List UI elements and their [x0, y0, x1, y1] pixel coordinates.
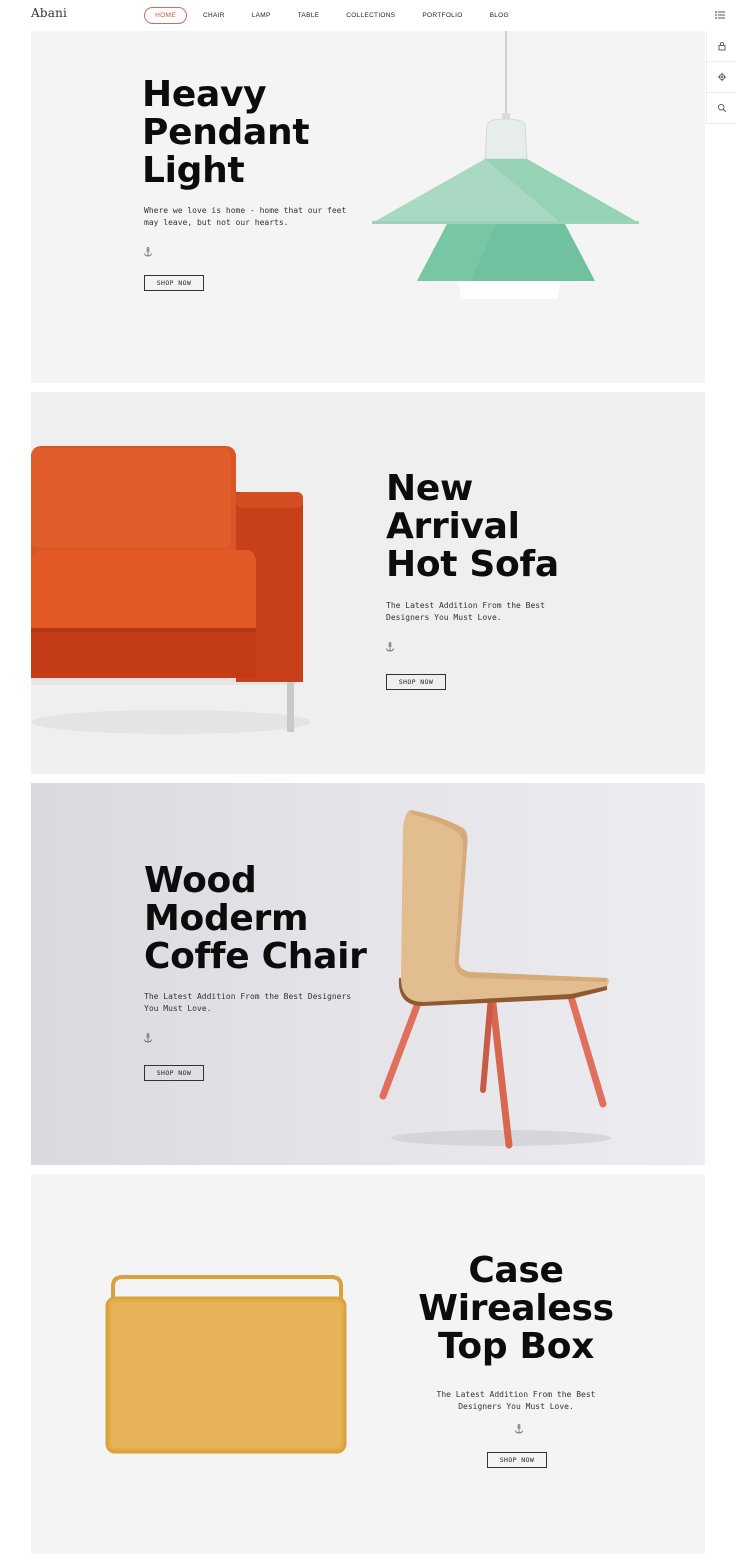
nav-table[interactable]: TABLE	[298, 12, 320, 19]
description-line: Where we love is home - home that our fe…	[144, 206, 347, 215]
main-nav: HOME CHAIR LAMP TABLE COLLECTIONS PORTFO…	[144, 7, 509, 24]
cart-button[interactable]	[707, 31, 736, 62]
shop-now-button[interactable]: SHOP NOW	[487, 1452, 547, 1468]
side-toolbar	[706, 31, 736, 124]
title-line: Hot Sofa	[386, 544, 559, 585]
nav-chair[interactable]: CHAIR	[203, 12, 225, 19]
search-button[interactable]	[707, 93, 736, 124]
description-line: You Must Love.	[144, 1004, 212, 1013]
title-line: Coffe Chair	[144, 936, 367, 977]
title-line: Wood	[144, 860, 257, 901]
hero-panel-hot-sofa: New Arrival Hot Sofa The Latest Addition…	[31, 392, 705, 774]
panel-description: The Latest Addition From the Best Design…	[416, 1389, 616, 1413]
title-line: Top Box	[437, 1326, 595, 1367]
title-line: Heavy	[142, 74, 267, 115]
nav-home[interactable]: HOME	[144, 7, 187, 24]
description-line: Designers You Must Love.	[458, 1402, 574, 1411]
yellow-speaker-image	[105, 1275, 347, 1454]
title-line: Light	[142, 150, 245, 191]
anchor-icon	[386, 642, 394, 652]
gear-icon	[717, 72, 727, 82]
description-line: The Latest Addition From the Best Design…	[144, 992, 352, 1001]
settings-button[interactable]	[707, 62, 736, 93]
panel-title: Case Wirealess Top Box	[416, 1252, 616, 1366]
panel-title: Wood Moderm Coffe Chair	[144, 862, 367, 976]
pendant-lamp-image	[372, 31, 639, 299]
shop-now-button[interactable]: SHOP NOW	[386, 674, 446, 690]
anchor-icon	[144, 1033, 152, 1043]
panel-title: New Arrival Hot Sofa	[386, 470, 559, 584]
nav-portfolio[interactable]: PORTFOLIO	[422, 12, 462, 19]
panel-description: The Latest Addition From the Best Design…	[144, 991, 351, 1015]
hero-panel-pendant-light: Heavy Pendant Light Where we love is hom…	[31, 31, 705, 383]
title-line: New	[386, 468, 473, 509]
nav-collections[interactable]: COLLECTIONS	[346, 12, 395, 19]
panel-description: Where we love is home - home that our fe…	[144, 205, 346, 229]
orange-armchair-image	[31, 446, 311, 734]
anchor-icon	[144, 247, 152, 257]
site-logo[interactable]: Abani	[31, 6, 67, 20]
nav-blog[interactable]: BLOG	[490, 12, 509, 19]
title-line: Arrival	[386, 506, 520, 547]
hero-panel-wireless-box: Case Wirealess Top Box The Latest Additi…	[31, 1174, 705, 1554]
title-line: Case	[468, 1250, 564, 1291]
panel-title: Heavy Pendant Light	[142, 74, 310, 191]
nav-lamp[interactable]: LAMP	[252, 12, 271, 19]
description-line: The Latest Addition From the Best	[436, 1390, 596, 1399]
title-line: Pendant	[142, 112, 310, 153]
description-line: Designers You Must Love.	[386, 613, 502, 622]
shop-now-button[interactable]: SHOP NOW	[144, 1065, 204, 1081]
list-menu-icon[interactable]	[713, 9, 727, 21]
description-line: may leave, but not our hearts.	[144, 218, 289, 227]
title-line: Wirealess	[418, 1288, 614, 1329]
panel-description: The Latest Addition From the Best Design…	[386, 600, 545, 624]
site-header: Abani HOME CHAIR LAMP TABLE COLLECTIONS …	[0, 0, 736, 31]
lock-icon	[718, 42, 726, 51]
description-line: The Latest Addition From the Best	[386, 601, 545, 610]
hero-panel-coffee-chair: Wood Moderm Coffe Chair The Latest Addit…	[31, 783, 705, 1165]
search-icon	[717, 103, 727, 113]
shop-now-button[interactable]: SHOP NOW	[144, 275, 204, 291]
title-line: Moderm	[144, 898, 309, 939]
anchor-icon	[515, 1424, 523, 1434]
wooden-chair-image	[379, 810, 611, 1149]
